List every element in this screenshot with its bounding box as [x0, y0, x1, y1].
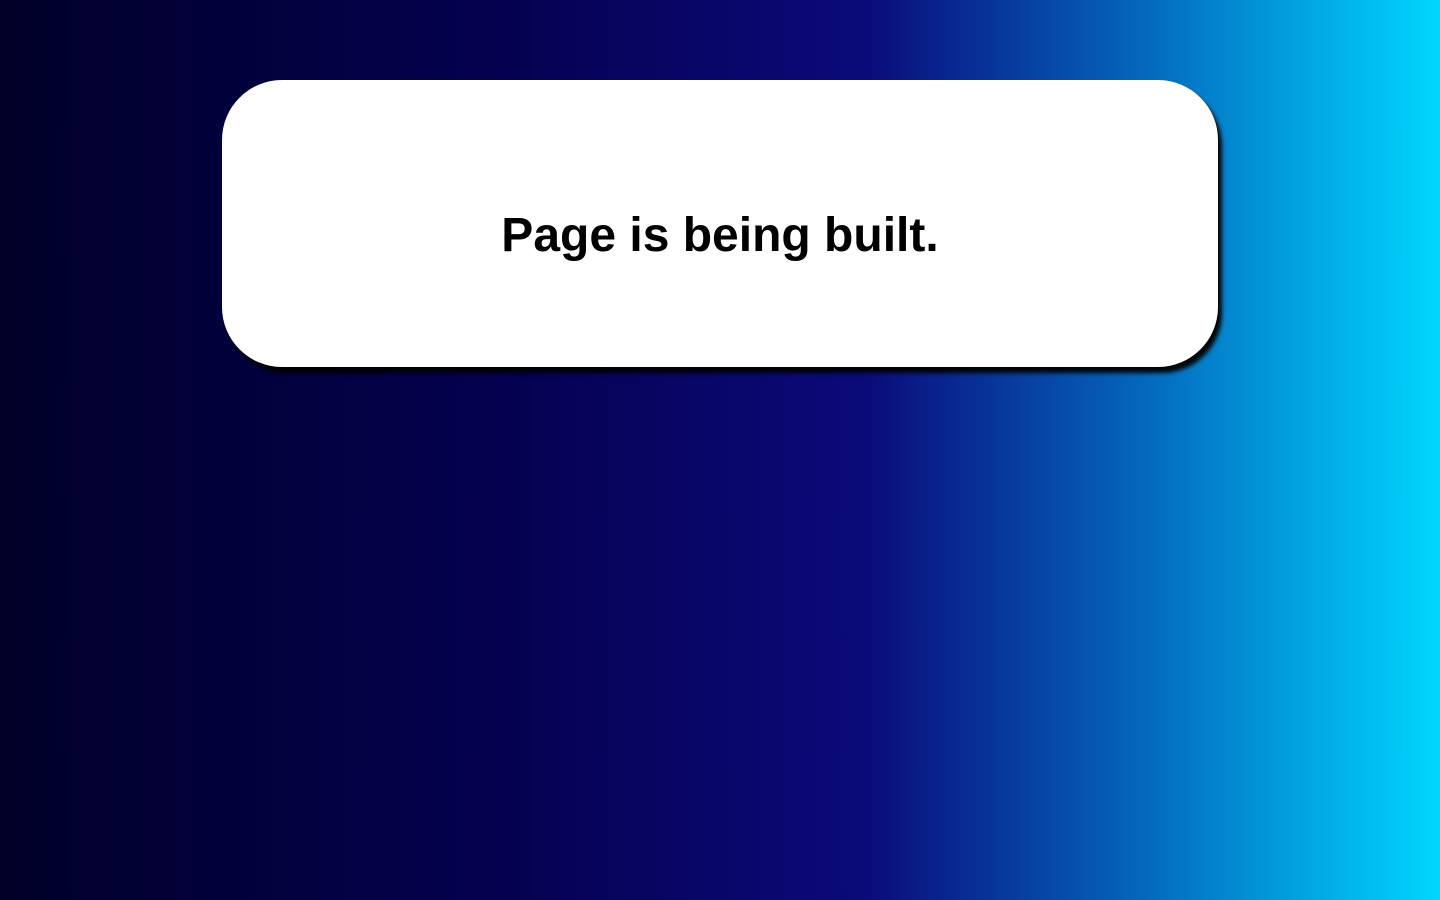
- page-background: { "message": { "text": "Page is being bu…: [0, 0, 1440, 900]
- status-card: Page is being built.: [222, 80, 1218, 367]
- status-message: Page is being built.: [501, 208, 939, 262]
